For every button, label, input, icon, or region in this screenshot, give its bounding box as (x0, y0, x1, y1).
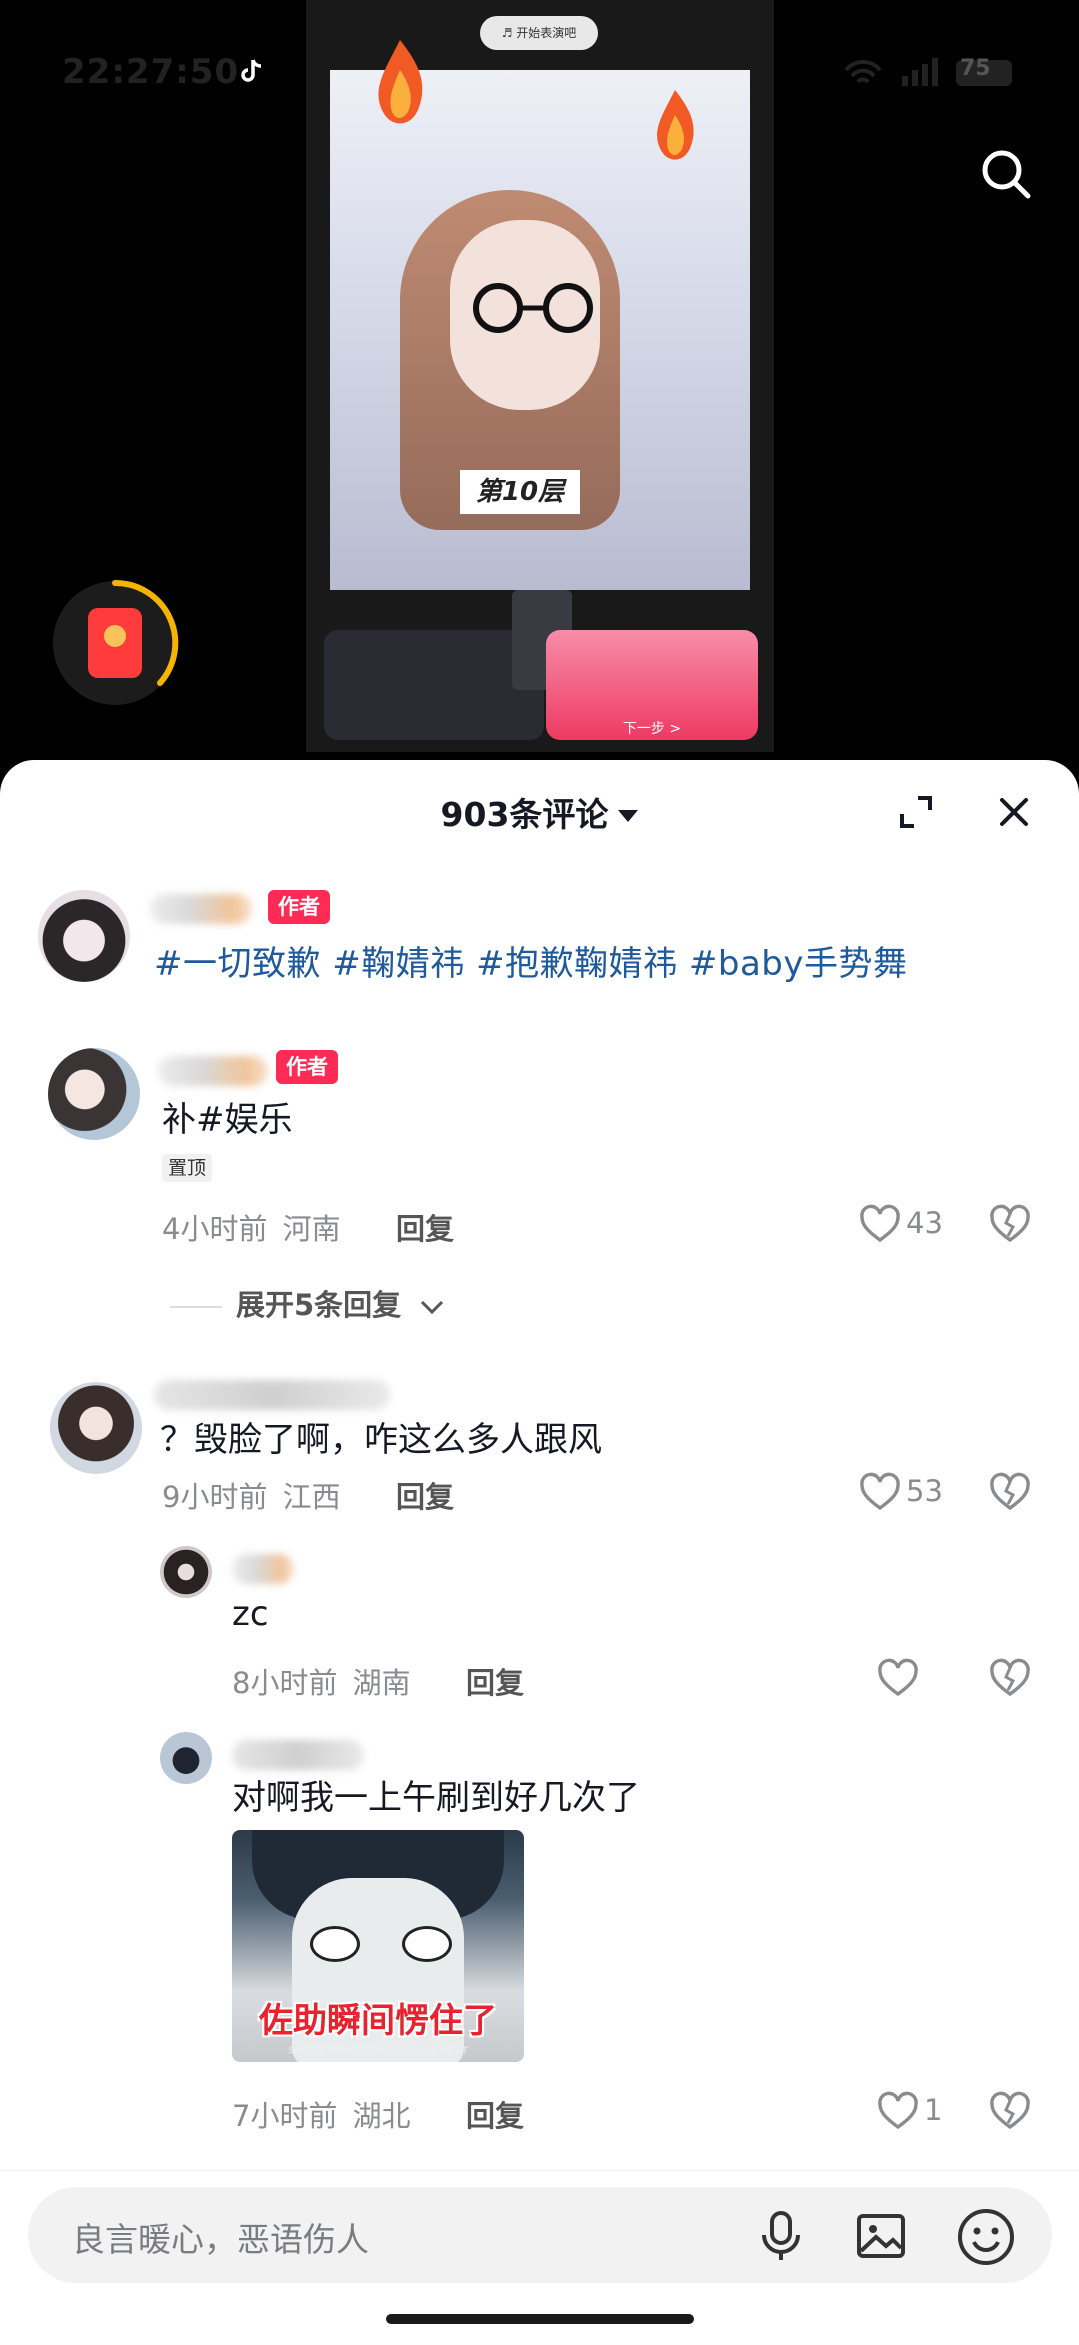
avatar[interactable] (50, 1382, 142, 1474)
sheet-header: 903条评论 (0, 760, 1079, 860)
heart-icon[interactable] (876, 2091, 920, 2131)
username-blurred[interactable] (232, 1554, 294, 1584)
comment-input[interactable]: 良言暖心，恶语伤人 (28, 2187, 1052, 2283)
heart-icon[interactable] (858, 1204, 902, 1244)
heart-icon[interactable] (876, 1658, 920, 1698)
reply-item: 对啊我一上午刷到好几次了 佐助瞬间愣住了 SASUKE WAS STUNNED … (0, 1726, 1079, 2062)
comment-text[interactable]: ？毁脸了啊，咋这么多人跟风 (160, 1412, 602, 1461)
reply-meta: 7小时前 湖北 (232, 2093, 411, 2135)
tiktok-icon (241, 59, 262, 82)
music-tag[interactable]: ♬ 开始表演吧 (480, 16, 598, 50)
expand-replies-button[interactable]: 展开5条回复 (170, 1282, 445, 1324)
like-count: 43 (906, 1206, 943, 1240)
broken-heart-icon[interactable] (988, 2091, 1032, 2131)
comment-text[interactable]: #一切致歉 #鞠婧祎 #抱歉鞠婧祎 #baby手势舞 (154, 936, 908, 985)
comment-time: 4小时前 (162, 1212, 268, 1246)
expand-icon[interactable] (896, 792, 936, 832)
microphone-icon[interactable] (754, 2209, 808, 2263)
reply-location: 湖南 (352, 1666, 411, 1700)
level-label: 第10层 (460, 470, 580, 514)
comment-location: 河南 (282, 1212, 341, 1246)
comment-time: 9小时前 (162, 1480, 268, 1514)
reply-text[interactable]: zc (232, 1594, 269, 1634)
status-time: 22:27:50 (62, 52, 240, 92)
sticker-caption: 佐助瞬间愣住了 (259, 2001, 497, 2041)
heart-icon[interactable] (858, 1472, 902, 1512)
comment-meta: 9小时前 江西 (162, 1474, 341, 1516)
avatar[interactable] (160, 1732, 212, 1784)
video-next-button: 下一步 > (622, 721, 682, 737)
reply-sticker-image[interactable]: 佐助瞬间愣住了 SASUKE WAS STUNNED FOR A MOMENT (232, 1830, 524, 2062)
broken-heart-icon[interactable] (988, 1472, 1032, 1512)
reply-button[interactable]: 回复 (396, 1474, 454, 1516)
comment-meta: 4小时前 河南 (162, 1206, 341, 1248)
chevron-down-icon (421, 1300, 444, 1315)
author-badge: 作者 (268, 890, 330, 924)
caret-down-icon (618, 809, 639, 822)
avatar[interactable] (38, 890, 130, 982)
reply-time: 7小时前 (232, 2099, 338, 2133)
sticker-subcaption: SASUKE WAS STUNNED FOR A MOMENT (288, 2046, 468, 2056)
input-placeholder: 良言暖心，恶语伤人 (72, 2220, 369, 2259)
username-blurred[interactable] (232, 1740, 364, 1770)
reply-location: 湖北 (352, 2099, 411, 2133)
reply-button[interactable]: 回复 (396, 1206, 454, 1248)
flame-effect-icon (378, 40, 423, 124)
reply-button[interactable]: 回复 (466, 2093, 524, 2135)
expand-replies-label: 展开5条回复 (236, 1288, 402, 1322)
battery-level: 75 (960, 56, 991, 81)
like-count: 1 (924, 2093, 943, 2127)
username-blurred[interactable] (158, 1056, 268, 1086)
comment-location: 江西 (282, 1480, 341, 1514)
comment-item: ？毁脸了啊，咋这么多人跟风 9小时前 江西 回复 53 zc 8小时前 湖南 回… (0, 1372, 1079, 2062)
sticker-eye (310, 1926, 360, 1962)
comment-count-label: 903条评论 (440, 795, 609, 834)
reply-button[interactable]: 回复 (466, 1660, 524, 1702)
image-icon[interactable] (854, 2209, 908, 2263)
video-menu-panel (324, 630, 544, 740)
comment-text[interactable]: 补#娱乐 (162, 1092, 293, 1141)
reply-meta: 8小时前 湖南 (232, 1660, 411, 1702)
author-badge: 作者 (276, 1050, 338, 1084)
comment-item: 作者 #一切致歉 #鞠婧祎 #抱歉鞠婧祎 #baby手势舞 (0, 890, 1079, 1000)
glasses-effect-icon (473, 283, 593, 333)
home-indicator[interactable] (386, 2314, 694, 2324)
sticker-eye (402, 1926, 452, 1962)
comment-item: 作者 补#娱乐 置顶 4小时前 河南 回复 43 展开5条回复 (0, 1048, 1079, 1348)
close-icon[interactable] (994, 792, 1034, 832)
search-icon[interactable] (978, 146, 1034, 202)
video-player[interactable]: ♬ 开始表演吧 第10层 下一步 > (306, 0, 774, 752)
flame-effect-icon (657, 90, 694, 160)
broken-heart-icon[interactable] (988, 1204, 1032, 1244)
avatar[interactable] (160, 1546, 212, 1598)
signal-wifi-battery-icons (844, 58, 1012, 86)
like-count: 53 (906, 1474, 943, 1508)
emoji-icon[interactable] (956, 2207, 1016, 2267)
username-blurred[interactable] (154, 1380, 390, 1410)
broken-heart-icon[interactable] (988, 1658, 1032, 1698)
red-packet-button[interactable] (50, 578, 180, 708)
reply-item: zc 8小时前 湖南 回复 (0, 1540, 1079, 1700)
username-blurred[interactable] (150, 894, 252, 924)
reply-time: 8小时前 (232, 1666, 338, 1700)
comment-sheet: 903条评论 作者 #一切致歉 #鞠婧祎 #抱歉鞠婧祎 #baby手势舞 作者 … (0, 760, 1079, 2344)
avatar[interactable] (48, 1048, 140, 1140)
divider (170, 1306, 222, 1308)
pinned-tag: 置顶 (162, 1154, 213, 1182)
reply-text[interactable]: 对啊我一上午刷到好几次了 (232, 1770, 640, 1819)
